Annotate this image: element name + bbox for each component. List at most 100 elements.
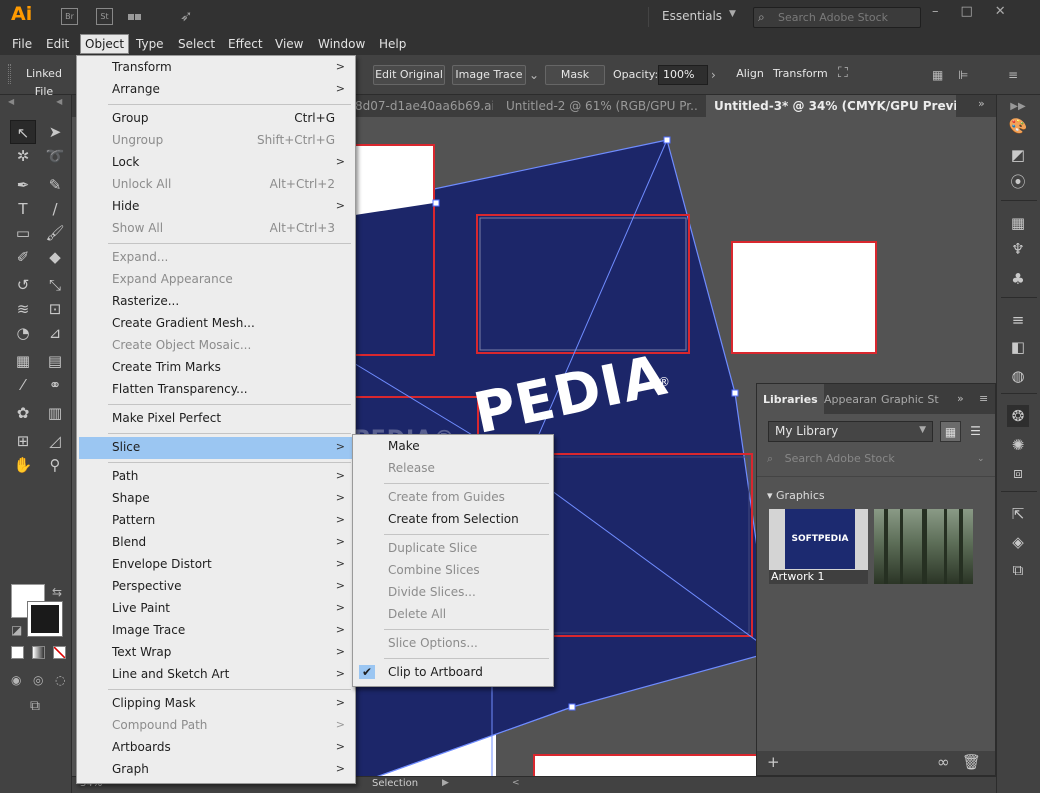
menu-type[interactable]: Type bbox=[136, 37, 164, 51]
menu-item-text-wrap[interactable]: Text Wrap > bbox=[79, 642, 353, 664]
menu-item-compound-path[interactable]: Compound Path > bbox=[79, 715, 353, 737]
menu-item-create-object-mosaic[interactable]: Create Object Mosaic... bbox=[79, 335, 353, 357]
none-mode-icon[interactable] bbox=[53, 646, 66, 659]
menu-item-perspective[interactable]: Perspective > bbox=[79, 576, 353, 598]
libraries-panel-icon[interactable]: ❂ bbox=[1007, 405, 1029, 427]
grid-view-icon[interactable]: ▦ bbox=[940, 421, 961, 442]
curvature-tool-icon[interactable]: ✎ bbox=[42, 173, 68, 197]
line-tool-icon[interactable]: / bbox=[42, 197, 68, 221]
menu-item-slice[interactable]: Slice > bbox=[79, 437, 353, 459]
add-content-icon[interactable]: + bbox=[767, 753, 780, 771]
menu-item-clipping-mask[interactable]: Clipping Mask > bbox=[79, 693, 353, 715]
cc-libraries-icon[interactable]: ⦿ bbox=[1007, 171, 1029, 193]
transform-link[interactable]: Transform bbox=[773, 65, 828, 85]
tab-libraries[interactable]: Libraries bbox=[757, 384, 824, 414]
layers-icon[interactable]: ◈ bbox=[1007, 531, 1029, 553]
menu-item-delete-all[interactable]: Delete All bbox=[355, 604, 551, 626]
menu-item-image-trace[interactable]: Image Trace > bbox=[79, 620, 353, 642]
grid-icon[interactable]: ▦ bbox=[932, 68, 943, 82]
linked-file-link[interactable]: Linked File bbox=[16, 65, 72, 98]
width-tool-icon[interactable]: ≋ bbox=[10, 297, 36, 321]
swatches-icon[interactable]: ▦ bbox=[1007, 212, 1029, 234]
gradient-tool-icon[interactable]: ▤ bbox=[42, 349, 68, 373]
library-search[interactable]: ⌕ Search Adobe Stock bbox=[767, 452, 895, 466]
transparency-icon[interactable]: ◍ bbox=[1007, 365, 1029, 387]
tab-graphic-styles[interactable]: Graphic St bbox=[881, 393, 939, 406]
blend-tool-icon[interactable]: ⚭ bbox=[42, 373, 68, 397]
export-icon[interactable]: ⇱ bbox=[1007, 503, 1029, 525]
arrange-documents-icon[interactable] bbox=[128, 9, 142, 23]
scroll-left-icon[interactable]: < bbox=[512, 778, 520, 788]
menu-item-expand-appearance[interactable]: Expand Appearance bbox=[79, 269, 353, 291]
gradient-mode-icon[interactable] bbox=[32, 646, 45, 659]
menu-item-lock[interactable]: Lock > bbox=[79, 152, 353, 174]
default-colors-icon[interactable]: ◪ bbox=[11, 623, 22, 637]
slice-tool-icon[interactable]: ◿ bbox=[42, 429, 68, 453]
magic-wand-icon[interactable]: ✲ bbox=[10, 144, 36, 168]
direct-selection-tool-icon[interactable]: ➤ bbox=[42, 120, 68, 144]
type-tool-icon[interactable]: T bbox=[10, 197, 36, 221]
menu-item-unlock-all[interactable]: Unlock All Alt+Ctrl+2 bbox=[79, 174, 353, 196]
stroke-swatch[interactable] bbox=[27, 601, 63, 637]
paintbrush-icon[interactable]: 🖌 bbox=[42, 221, 68, 245]
menu-item-arrange[interactable]: Arrange > bbox=[79, 79, 353, 101]
panel-menu-icon[interactable]: ≡ bbox=[979, 392, 988, 405]
draw-behind-icon[interactable]: ◎ bbox=[33, 673, 43, 687]
menu-item-ungroup[interactable]: Ungroup Shift+Ctrl+G bbox=[79, 130, 353, 152]
window-controls[interactable]: –□✕ bbox=[932, 4, 1028, 19]
menu-help[interactable]: Help bbox=[379, 37, 406, 51]
library-asset-forest-image[interactable] bbox=[874, 509, 973, 584]
more-tabs-icon[interactable]: » bbox=[957, 392, 964, 405]
column-graph-icon[interactable]: ▥ bbox=[42, 401, 68, 425]
menu-item-clip-to-artboard[interactable]: ✔ Clip to Artboard bbox=[355, 662, 551, 684]
mesh-tool-icon[interactable]: ▦ bbox=[10, 349, 36, 373]
shape-builder-icon[interactable]: ◔ bbox=[10, 321, 36, 345]
swap-icon[interactable]: ⇆ bbox=[52, 585, 62, 599]
stock-search-input[interactable]: ⌕ Search Adobe Stock bbox=[753, 7, 921, 28]
menu-select[interactable]: Select bbox=[178, 37, 215, 51]
menu-item-duplicate-slice[interactable]: Duplicate Slice bbox=[355, 538, 551, 560]
rectangle-tool-icon[interactable]: ▭ bbox=[10, 221, 36, 245]
rotate-tool-icon[interactable]: ↺ bbox=[10, 273, 36, 297]
menu-item-graph[interactable]: Graph > bbox=[79, 759, 353, 781]
bridge-button[interactable]: Br bbox=[61, 8, 78, 25]
draw-inside-icon[interactable]: ◌ bbox=[55, 673, 65, 687]
library-dropdown[interactable]: My Library ▼ bbox=[768, 421, 933, 442]
pen-tool-icon[interactable]: ✒ bbox=[10, 173, 36, 197]
shaper-tool-icon[interactable]: ✐ bbox=[10, 245, 36, 269]
eraser-icon[interactable]: ◆ bbox=[42, 245, 68, 269]
menu-item-make[interactable]: Make bbox=[355, 436, 551, 458]
menu-item-divide-slices[interactable]: Divide Slices... bbox=[355, 582, 551, 604]
menu-item-line-and-sketch-art[interactable]: Line and Sketch Art > bbox=[79, 664, 353, 686]
workspace-switcher[interactable]: Essentials bbox=[662, 9, 722, 23]
tab-document-2[interactable]: Untitled-2 @ 61% (RGB/GPU Pr...× bbox=[506, 95, 698, 117]
tab-document-1[interactable]: 8d07-d1ae40aa6b69.ai× bbox=[355, 95, 493, 117]
tab-document-3[interactable]: Untitled-3* @ 34% (CMYK/GPU Preview)× bbox=[706, 95, 956, 117]
artboard-tool-icon[interactable]: ⊞ bbox=[10, 429, 36, 453]
isolate-icon[interactable]: ⛶ bbox=[838, 65, 848, 81]
library-asset-artwork-1[interactable]: SOFTPEDIA Artwork 1 bbox=[769, 509, 868, 584]
chevron-right-icon[interactable]: ▶ bbox=[442, 778, 449, 788]
stroke-panel-icon[interactable]: ≡ bbox=[1007, 309, 1029, 331]
panel-menu-icon[interactable]: ≡ bbox=[1008, 68, 1018, 82]
free-transform-icon[interactable]: ⊡ bbox=[42, 297, 68, 321]
menu-object[interactable]: Object bbox=[80, 34, 130, 54]
mask-button[interactable]: Mask bbox=[545, 65, 605, 85]
menu-file[interactable]: File bbox=[12, 37, 32, 51]
chevron-down-icon[interactable]: ⌄ bbox=[529, 68, 539, 82]
menu-item-create-trim-marks[interactable]: Create Trim Marks bbox=[79, 357, 353, 379]
symbols-icon[interactable]: ♣ bbox=[1007, 268, 1029, 290]
menu-effect[interactable]: Effect bbox=[228, 37, 263, 51]
chevron-right-icon[interactable]: › bbox=[711, 68, 716, 82]
stock-button[interactable]: St bbox=[96, 8, 113, 25]
align-panel-icon[interactable]: ⊫ bbox=[958, 68, 968, 82]
list-view-icon[interactable]: ☰ bbox=[965, 421, 986, 442]
menu-item-hide[interactable]: Hide > bbox=[79, 196, 353, 218]
tab-appearance[interactable]: Appearance bbox=[824, 393, 876, 406]
edit-original-button[interactable]: Edit Original bbox=[373, 65, 445, 85]
menu-item-create-gradient-mesh[interactable]: Create Gradient Mesh... bbox=[79, 313, 353, 335]
menu-view[interactable]: View bbox=[275, 37, 303, 51]
hand-tool-icon[interactable]: ✋ bbox=[10, 453, 36, 477]
artboards-panel-icon[interactable]: ⧉ bbox=[1007, 559, 1029, 581]
color-guide-icon[interactable]: ◩ bbox=[1007, 144, 1029, 166]
